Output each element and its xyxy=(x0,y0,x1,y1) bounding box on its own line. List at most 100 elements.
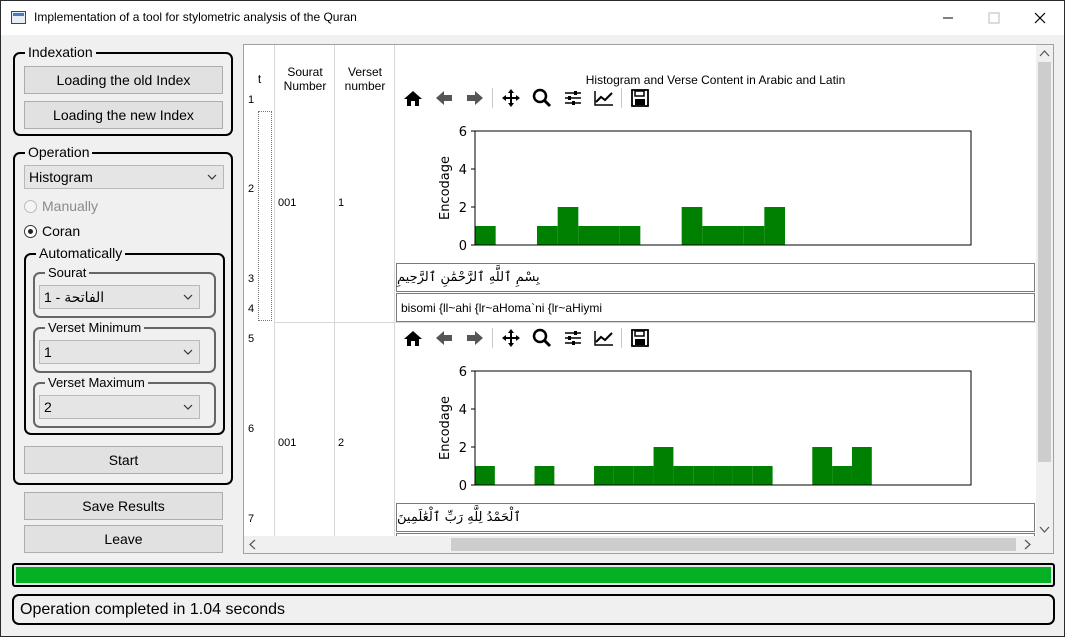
histogram-chart: 0 2 4 6 Encodage xyxy=(438,125,972,254)
radio-unchecked-icon xyxy=(24,199,37,213)
zoom-icon[interactable] xyxy=(526,325,557,351)
results-table[interactable]: t Sourat Number Verset number Histogram … xyxy=(243,44,1054,554)
sourat-cell: 001 xyxy=(278,197,297,209)
verset-maximum-select[interactable]: 2 xyxy=(39,395,200,419)
edit-axis-icon[interactable] xyxy=(588,325,619,351)
row-number: 2 xyxy=(248,183,255,195)
configure-subplots-icon[interactable] xyxy=(557,325,588,351)
histogram-bar xyxy=(713,466,733,485)
start-button[interactable]: Start xyxy=(24,446,223,474)
maximize-button[interactable] xyxy=(971,1,1017,35)
y-tick-label: 6 xyxy=(459,125,467,140)
y-tick-label: 0 xyxy=(459,479,467,494)
forward-arrow-icon[interactable] xyxy=(459,325,490,351)
automatically-group: Automatically Sourat 1 - الفاتحة Verset … xyxy=(24,244,225,435)
save-figure-icon[interactable] xyxy=(624,85,655,111)
chevron-down-icon xyxy=(183,349,193,355)
operation-title: Operation xyxy=(25,143,93,161)
pan-icon[interactable] xyxy=(495,325,526,351)
sourat-select-value: 1 - الفاتحة xyxy=(44,288,105,305)
minimize-icon xyxy=(943,17,953,19)
horizontal-scroll-thumb[interactable] xyxy=(451,538,1016,551)
home-icon[interactable] xyxy=(397,85,428,111)
verset-minimum-select[interactable]: 1 xyxy=(39,340,200,364)
histogram-bar xyxy=(475,466,495,485)
verset-maximum-group: Verset Maximum 2 xyxy=(33,374,216,428)
y-tick-label: 2 xyxy=(459,201,467,216)
scroll-right-icon[interactable] xyxy=(1019,536,1036,553)
vertical-scrollbar[interactable] xyxy=(1036,45,1053,538)
maximize-icon xyxy=(988,12,1000,24)
scroll-up-icon[interactable] xyxy=(1036,45,1053,62)
y-axis-label: Encodage xyxy=(438,156,453,220)
sourat-select[interactable]: 1 - الفاتحة xyxy=(39,285,200,309)
scroll-left-icon[interactable] xyxy=(244,536,261,553)
arabic-verse-field[interactable]: ٱلْحَمْدُ لِلَّهِ رَبِّ ٱلْعَٰلَمِينَ xyxy=(396,503,1035,532)
histogram-bar xyxy=(723,226,744,245)
histogram-bar xyxy=(537,226,558,245)
histogram-bar xyxy=(702,226,723,245)
histogram-bar xyxy=(812,447,833,485)
save-results-button[interactable]: Save Results xyxy=(24,492,223,520)
zoom-icon[interactable] xyxy=(526,85,557,111)
manually-radio[interactable]: Manually xyxy=(24,198,98,214)
verset-minimum-group: Verset Minimum 1 xyxy=(33,319,216,373)
header-verset-number[interactable]: Verset number xyxy=(335,45,395,113)
progress-bar xyxy=(12,563,1055,587)
histogram-bar xyxy=(693,466,714,485)
horizontal-scrollbar[interactable] xyxy=(244,536,1053,553)
y-tick-label: 4 xyxy=(459,403,467,418)
configure-subplots-icon[interactable] xyxy=(557,85,588,111)
minimize-button[interactable] xyxy=(925,1,971,35)
indexation-group: Indexation Loading the old Index Loading… xyxy=(13,43,233,136)
close-button[interactable] xyxy=(1017,1,1063,35)
load-old-index-button[interactable]: Loading the old Index xyxy=(24,66,223,94)
latin-verse-field[interactable]: bisomi {ll~ahi {lr~aHoma`ni {lr~aHiymi xyxy=(396,293,1035,322)
home-icon[interactable] xyxy=(397,325,428,351)
row-number: 5 xyxy=(248,333,255,345)
coran-label: Coran xyxy=(42,223,81,239)
row-number: 4 xyxy=(248,303,255,315)
app-icon xyxy=(11,11,26,24)
chevron-down-icon xyxy=(183,294,193,300)
histogram-bar xyxy=(832,466,852,485)
main-window: Implementation of a tool for stylometric… xyxy=(0,0,1065,637)
histogram-bar xyxy=(764,207,785,245)
histogram-bar xyxy=(681,207,703,245)
edit-axis-icon[interactable] xyxy=(588,85,619,111)
histogram-bar xyxy=(743,226,765,245)
window-title: Implementation of a tool for stylometric… xyxy=(34,10,357,24)
leave-button[interactable]: Leave xyxy=(24,525,223,553)
arabic-verse-field[interactable]: بِسْمِ ٱللَّهِ ٱلرَّحْمَٰنِ ٱلرَّحِيمِ xyxy=(396,263,1035,292)
coran-radio[interactable]: Coran xyxy=(24,223,80,239)
histogram-bar xyxy=(752,466,773,485)
y-tick-label: 2 xyxy=(459,441,467,456)
verset-cell: 1 xyxy=(338,197,345,209)
sourat-group: Sourat 1 - الفاتحة xyxy=(33,264,216,318)
status-bar: Operation completed in 1.04 seconds xyxy=(12,594,1055,625)
automatically-title: Automatically xyxy=(36,244,126,262)
row-number: 1 xyxy=(248,94,255,106)
back-arrow-icon[interactable] xyxy=(428,325,459,351)
histogram-bar xyxy=(599,226,620,245)
save-figure-icon[interactable] xyxy=(624,325,655,351)
operation-select[interactable]: Histogram xyxy=(24,165,224,189)
vertical-scroll-thumb[interactable] xyxy=(1038,62,1051,462)
header-sourat-number[interactable]: Sourat Number xyxy=(275,45,335,113)
histogram-bar xyxy=(619,226,641,245)
row-selection-marker xyxy=(258,111,272,321)
pan-icon[interactable] xyxy=(495,85,526,111)
y-tick-label: 0 xyxy=(459,239,467,254)
plot-toolbar xyxy=(397,85,655,111)
back-arrow-icon[interactable] xyxy=(428,85,459,111)
histogram-bar xyxy=(594,466,614,485)
row-number: 7 xyxy=(248,513,255,525)
histogram-bar xyxy=(557,207,579,245)
forward-arrow-icon[interactable] xyxy=(459,85,490,111)
operation-group: Operation Histogram Manually Coran Autom… xyxy=(13,143,233,485)
load-new-index-button[interactable]: Loading the new Index xyxy=(24,101,223,129)
operation-select-value: Histogram xyxy=(29,169,93,185)
radio-checked-icon xyxy=(24,224,37,238)
close-icon xyxy=(1034,12,1046,24)
title-bar: Implementation of a tool for stylometric… xyxy=(1,1,1064,35)
